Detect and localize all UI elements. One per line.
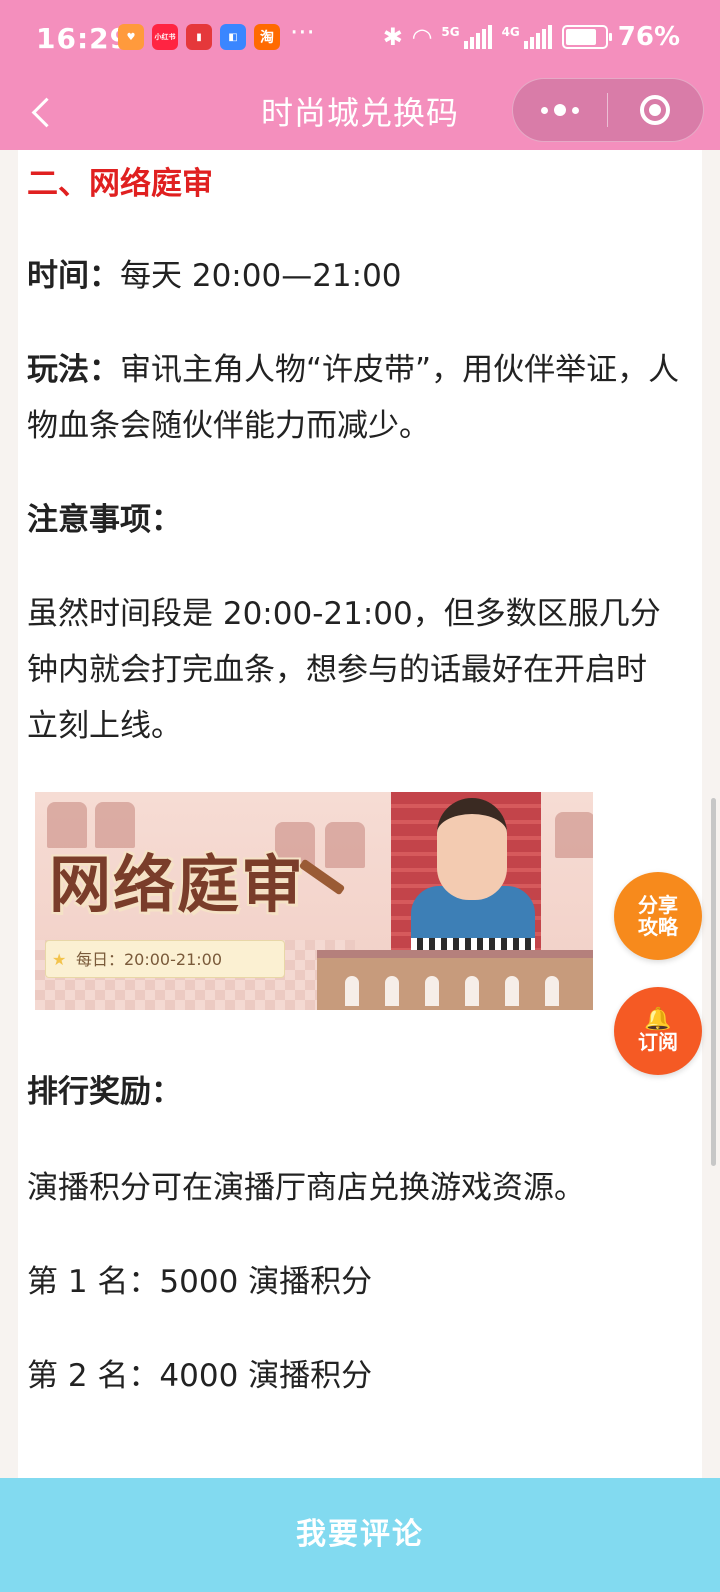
heart-app-icon: ♥ <box>118 24 144 50</box>
gameplay-line-1: 玩法：审讯主角人物“许皮带”，用伙伴举证，人 <box>27 342 679 398</box>
comment-label: 我要评论 <box>296 1517 424 1552</box>
target-icon <box>640 95 670 125</box>
nav-bar: 时尚城兑换码 <box>0 78 720 150</box>
battery-icon <box>561 25 612 49</box>
article-content[interactable]: 二、网络庭审 时间：每天 20:00—21:00 玩法：审讯主角人物“许皮带”，… <box>18 150 702 1478</box>
status-bar: 16:29 ♥ 小红书 ▮ ◧ 淘 ··· ✱ ◠ 5G 4G 76% <box>0 0 720 78</box>
header: 16:29 ♥ 小红书 ▮ ◧ 淘 ··· ✱ ◠ 5G 4G 76% 时尚城兑… <box>0 0 720 150</box>
signal-5g-label: 5G <box>441 25 460 39</box>
rank-2-reward: 第 2 名：4000 演播积分 <box>27 1358 373 1394</box>
event-banner-image: 网络庭审 每日：20:00-21:00 <box>35 792 593 1010</box>
gameplay-text-1: 审讯主角人物“许皮带”，用伙伴举证，人 <box>120 352 680 388</box>
notes-line-1: 虽然时间段是 20:00-21:00，但多数区服几分 <box>27 596 661 632</box>
gameplay-label: 玩法： <box>27 352 120 388</box>
share-label-1: 分享 <box>638 893 678 917</box>
scrollbar[interactable] <box>711 798 716 1166</box>
subscribe-label: 订阅 <box>638 1030 678 1054</box>
xiaohongshu-icon: 小红书 <box>152 24 178 50</box>
subscribe-button[interactable]: 🔔 订阅 <box>614 987 702 1075</box>
signal-5g-icon: 5G <box>441 25 492 49</box>
rank-1-reward: 第 1 名：5000 演播积分 <box>27 1264 373 1300</box>
bluetooth-icon: ✱ <box>382 23 403 51</box>
close-miniprogram-button[interactable] <box>608 79 702 141</box>
section-title: 二、网络庭审 <box>27 166 213 202</box>
ranking-description: 演播积分可在演播厅商店兑换游戏资源。 <box>27 1170 585 1206</box>
banner-time-tag: 每日：20:00-21:00 <box>45 940 285 979</box>
status-time: 16:29 <box>36 22 131 55</box>
ranking-label: 排行奖励： <box>27 1074 182 1110</box>
time-paragraph: 时间：每天 20:00—21:00 <box>27 248 402 304</box>
more-notifications-icon: ··· <box>290 18 315 48</box>
wifi-icon: ◠ <box>412 23 432 51</box>
time-value: 每天 20:00—21:00 <box>120 258 402 294</box>
share-guide-button[interactable]: 分享 攻略 <box>614 872 702 960</box>
notification-icons: ♥ 小红书 ▮ ◧ 淘 <box>118 24 280 50</box>
bell-icon: 🔔 <box>644 1007 672 1032</box>
book-app-icon: ▮ <box>186 24 212 50</box>
podium-graphic <box>317 950 593 1010</box>
taobao-icon: 淘 <box>254 24 280 50</box>
battery-percent: 76% <box>617 22 680 52</box>
notes-label: 注意事项： <box>27 502 182 538</box>
miniprogram-capsule <box>512 78 704 142</box>
share-label-2: 攻略 <box>638 915 678 939</box>
signal-4g-label: 4G <box>501 25 520 39</box>
banner-title: 网络庭审 <box>49 848 306 921</box>
gameplay-line-2: 物血条会随伙伴能力而减少。 <box>27 408 430 444</box>
notes-line-2: 钟内就会打完血条，想参与的话最好在开启时 <box>27 652 647 688</box>
notes-line-3: 立刻上线。 <box>27 708 182 744</box>
notes-app-icon: ◧ <box>220 24 246 50</box>
time-label: 时间： <box>27 258 120 294</box>
more-options-button[interactable] <box>513 79 607 141</box>
signal-4g-icon: 4G <box>502 25 552 49</box>
comment-button[interactable]: 我要评论 <box>0 1478 720 1592</box>
character-head <box>437 798 507 900</box>
system-status: ✱ ◠ 5G 4G 76% <box>383 22 680 52</box>
